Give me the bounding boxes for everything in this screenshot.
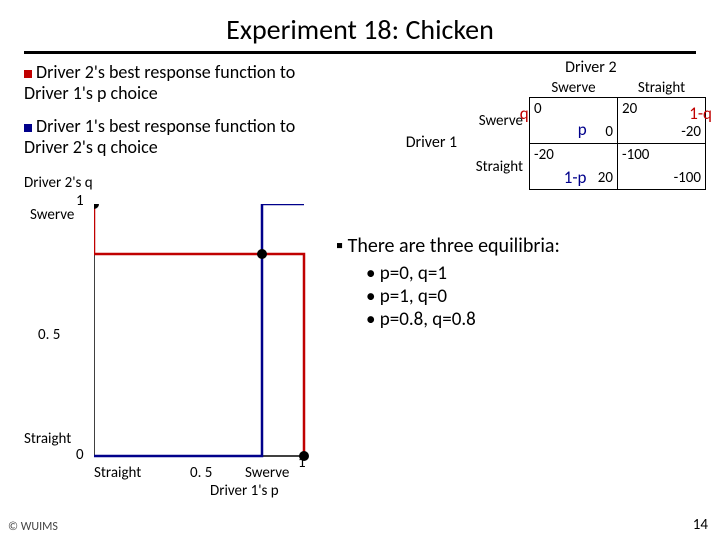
plot-svg: [94, 204, 314, 464]
payoff-table: Swerve Straight Swerve 0 0 20 -20 Straig…: [476, 79, 706, 190]
y-tick-05: 0. 5: [38, 326, 60, 344]
content-area: Driver 2's best response function to Dri…: [0, 54, 720, 524]
y-tick-swerve: Swerve: [30, 206, 74, 224]
y-tick-0: 0: [76, 446, 84, 464]
x-tick-05: 0. 5: [190, 464, 212, 482]
y-tick-1: 1: [76, 192, 84, 210]
q-label: q: [520, 103, 529, 124]
row-straight: Straight: [476, 144, 530, 190]
payoff: -100: [674, 169, 701, 187]
equilibria-lead: There are three equilibria:: [336, 234, 560, 258]
equilibrium-2: p=1, q=0: [366, 285, 560, 308]
cell-straight-swerve: -20 20: [530, 144, 618, 190]
blue-swatch-icon: [24, 124, 32, 132]
equilibria-list: There are three equilibria: p=0, q=1 p=1…: [336, 234, 560, 331]
x-tick-swerve: Swerve: [245, 464, 289, 482]
cell-straight-straight: -100 -100: [618, 144, 706, 190]
red-swatch-icon: [24, 70, 32, 78]
equilibrium-3: p=0.8, q=0.8: [366, 308, 560, 331]
x-tick-straight: Straight: [94, 464, 141, 482]
best-response-chart: Driver 2's q 1 Swerve 0. 5 Straight 0 St…: [24, 174, 324, 474]
payoff-matrix: Driver 2 q 1-q p 1-p Driver 1 Swerve Str…: [476, 58, 706, 190]
payoff: 0: [605, 123, 613, 141]
matrix-row-player: Driver 1: [406, 133, 457, 152]
matrix-col-player: Driver 2: [476, 58, 706, 79]
page-number: 14: [693, 516, 708, 534]
x-axis-label: Driver 1's p: [210, 482, 279, 500]
equilibrium-1: p=0, q=1: [366, 262, 560, 285]
payoff: -20: [534, 146, 554, 164]
payoff: -100: [622, 146, 649, 164]
payoff: -20: [681, 123, 701, 141]
driver2-br-label: Driver 2's best response function to Dri…: [24, 61, 295, 104]
payoff: 0: [534, 100, 542, 118]
driver1-br-label: Driver 1's best response function to Dri…: [24, 115, 295, 158]
driver1-br-text: Driver 1's best response function to Dri…: [24, 116, 314, 157]
col-straight: Straight: [618, 79, 706, 98]
cell-swerve-swerve: 0 0: [530, 98, 618, 144]
cell-swerve-straight: 20 -20: [618, 98, 706, 144]
payoff: 20: [622, 100, 637, 118]
y-axis-label: Driver 2's q: [24, 174, 93, 192]
payoff: 20: [598, 169, 613, 187]
footer-copyright: © WUIMS: [8, 520, 58, 534]
y-tick-straight: Straight: [24, 430, 71, 448]
page-title: Experiment 18: Chicken: [0, 0, 720, 47]
driver2-br-text: Driver 2's best response function to Dri…: [24, 62, 314, 103]
col-swerve: Swerve: [530, 79, 618, 98]
